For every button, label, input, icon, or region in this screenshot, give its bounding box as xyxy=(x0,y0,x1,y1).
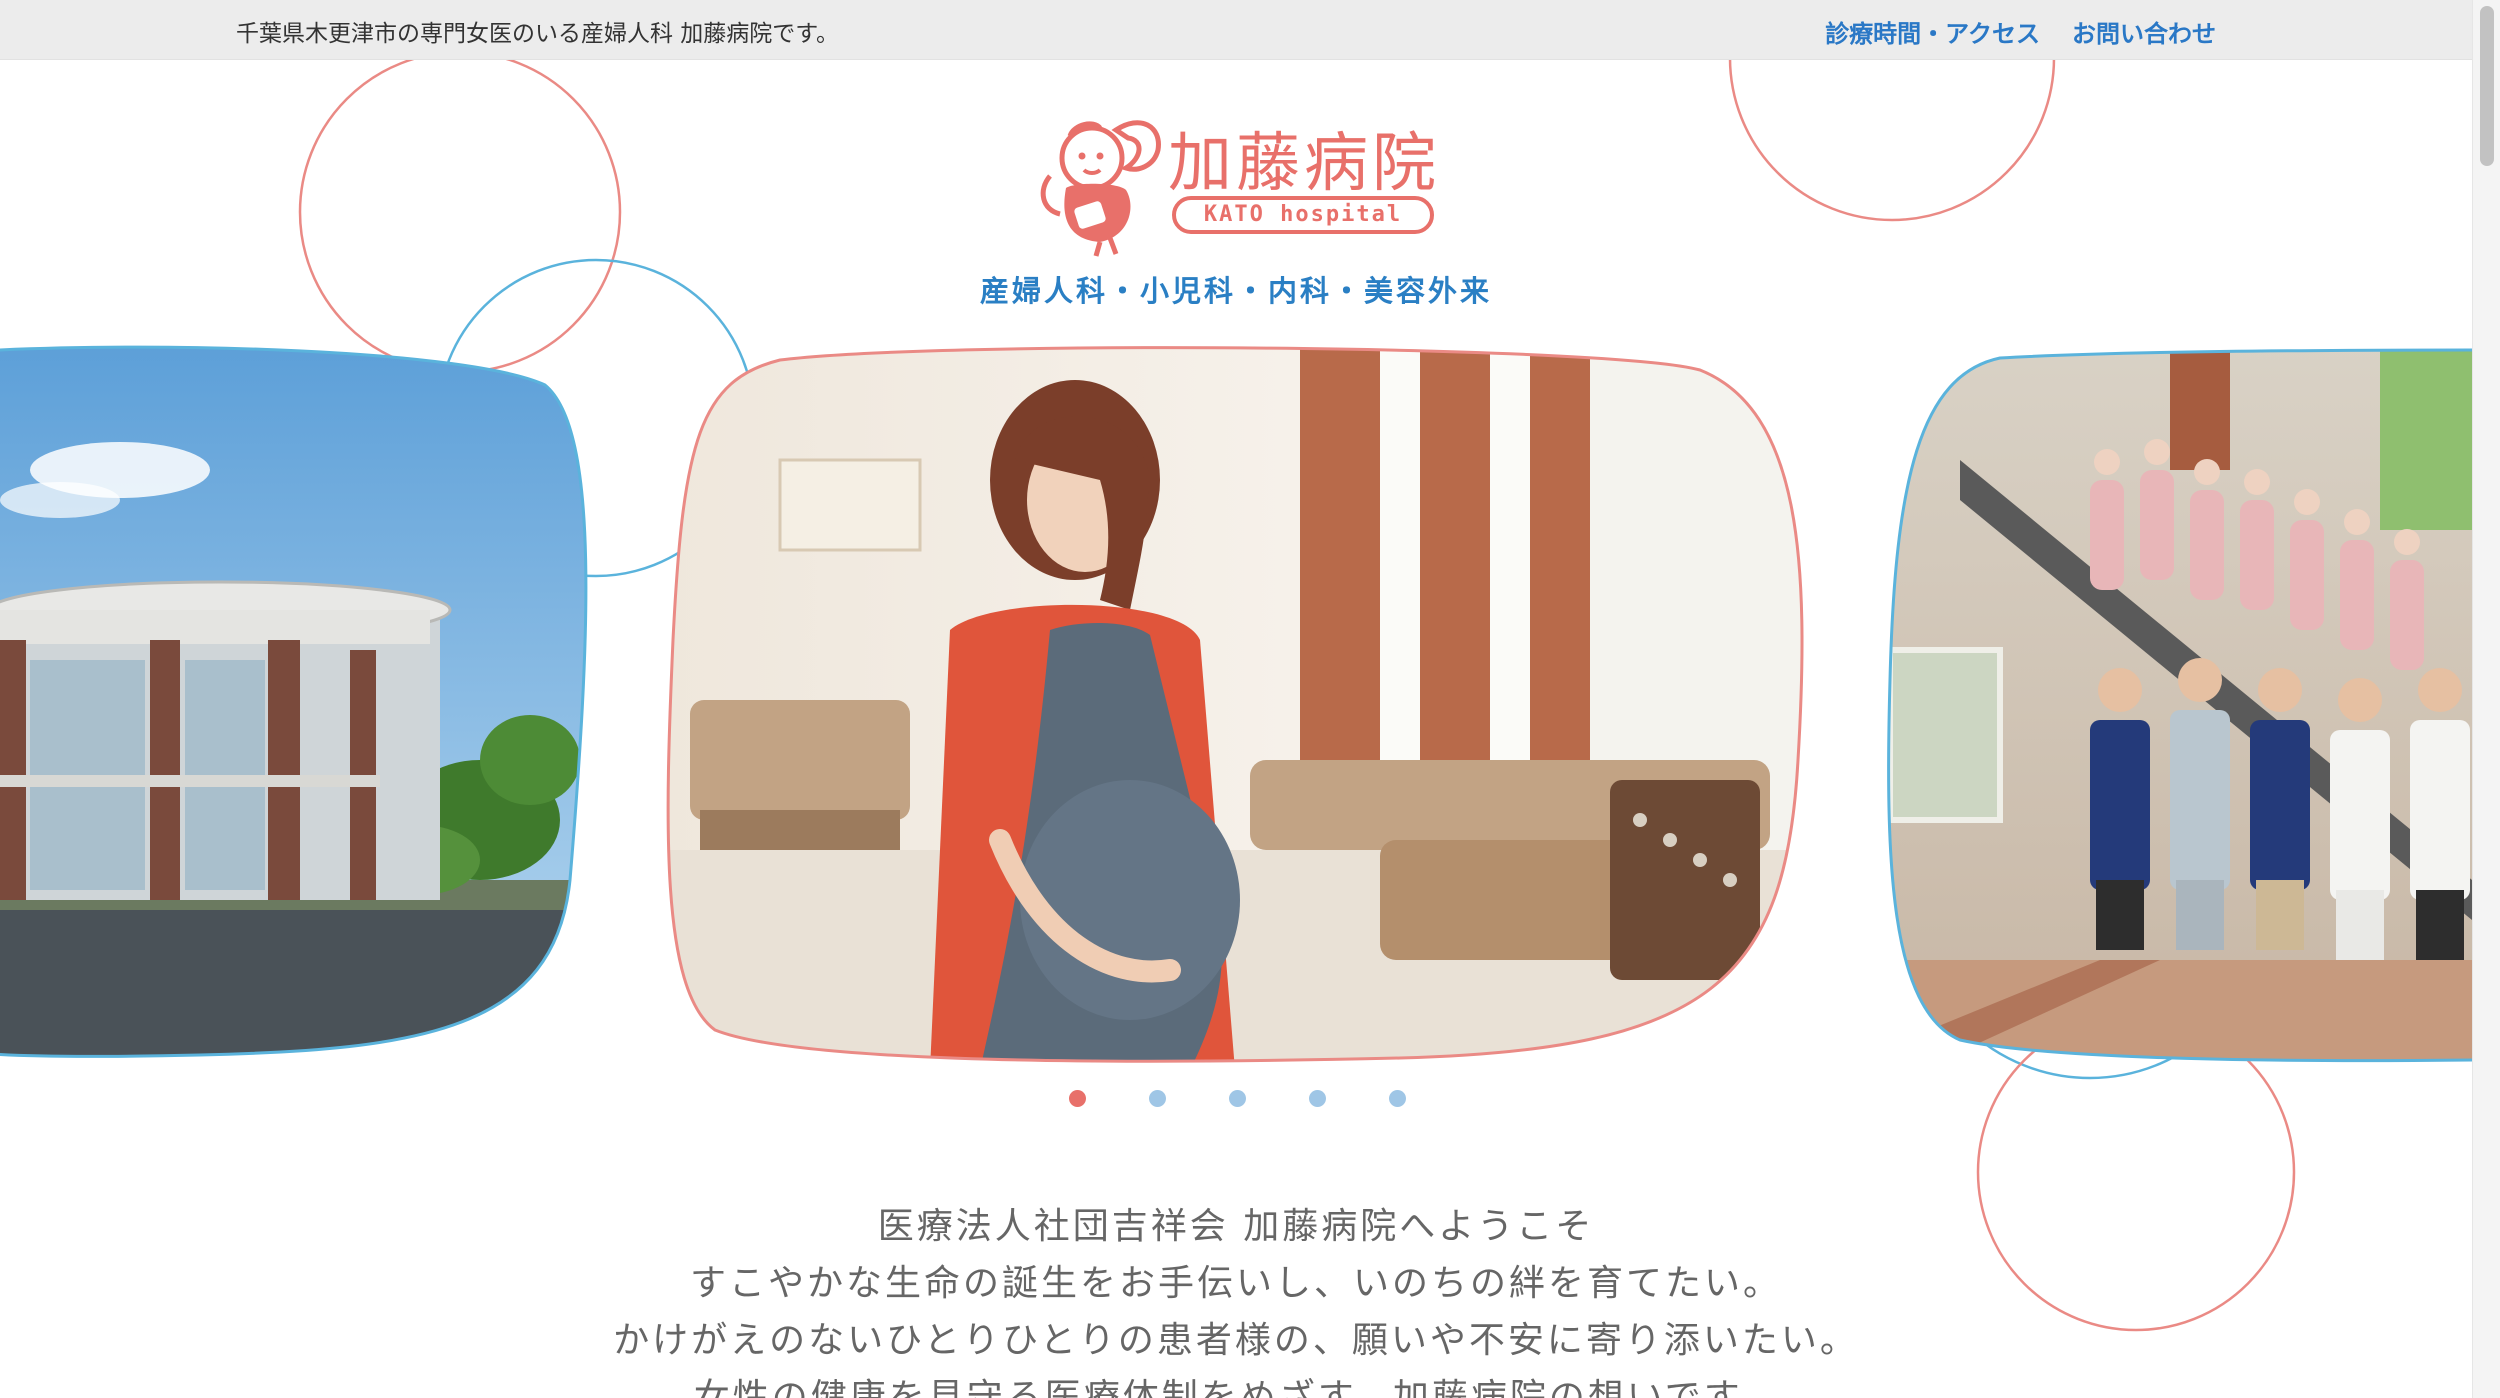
welcome-line-4: 女性の健康を見守る医療体制をめざす、加藤病院の想いです。 xyxy=(693,1377,1779,1398)
scrollbar-thumb[interactable] xyxy=(2480,6,2494,166)
carousel-dot-3[interactable] xyxy=(1229,1090,1246,1107)
slide-image-building xyxy=(0,347,586,1057)
welcome-line-1: 医療法人社団吉祥会 加藤病院へようこそ xyxy=(877,1206,1595,1247)
top-bar: 千葉県木更津市の専門女医のいる産婦人科 加藤病院です。 診療時間・アクセス お問… xyxy=(0,0,2472,60)
deco-circle-red-1 xyxy=(298,50,622,374)
carousel-dot-2[interactable] xyxy=(1149,1090,1166,1107)
carousel-dot-1[interactable] xyxy=(1069,1090,1086,1107)
link-hours-access[interactable]: 診療時間・アクセス xyxy=(1825,14,2040,49)
departments-subtitle: 産婦人科・小児科・内科・美容外来 xyxy=(979,274,1492,308)
welcome-line-3: かけがえのないひとりひとりの患者様の、願いや不安に寄り添いたい。 xyxy=(613,1320,1859,1361)
link-contact[interactable]: お問い合わせ xyxy=(2072,14,2216,49)
welcome-message: 医療法人社団吉祥会 加藤病院へようこそ すこやかな生命の誕生をお手伝いし、いのち… xyxy=(0,1198,2472,1398)
carousel-dot-4[interactable] xyxy=(1309,1090,1326,1107)
site-tagline: 千葉県木更津市の専門女医のいる産婦人科 加藤病院です。 xyxy=(236,21,840,47)
slide-image-pregnant-woman xyxy=(668,347,1803,1062)
carousel-dot-5[interactable] xyxy=(1389,1090,1406,1107)
cherub-logo-icon xyxy=(1040,120,1161,257)
carousel-pagination xyxy=(1060,1090,1420,1110)
slide-image-staff xyxy=(1888,350,2472,1061)
logo-title: 加藤病院 xyxy=(1168,127,1440,201)
logo-badge: KATO hospital xyxy=(1172,196,1434,234)
hospital-logo[interactable]: 加藤病院 KATO hospital xyxy=(1024,104,1444,264)
welcome-line-2: すこやかな生命の誕生をお手伝いし、いのちの絆を育てたい。 xyxy=(689,1263,1782,1304)
page-scrollbar[interactable] xyxy=(2472,0,2500,1398)
top-nav: 診療時間・アクセス お問い合わせ xyxy=(1825,14,2216,49)
